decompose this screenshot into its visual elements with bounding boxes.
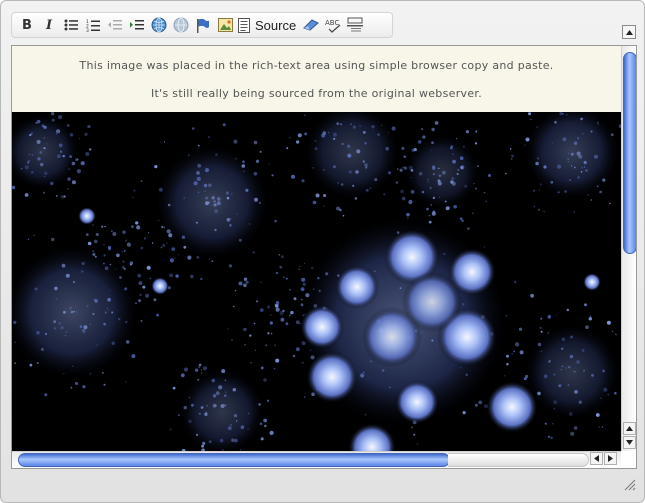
caption-line-1: This image was placed in the rich-text a… bbox=[79, 59, 554, 72]
scroll-down-button[interactable] bbox=[623, 436, 636, 449]
source-doc-icon bbox=[238, 17, 250, 33]
horizontal-scroll-thumb[interactable] bbox=[18, 453, 450, 467]
arrow-left-icon bbox=[594, 455, 599, 462]
unlink-button[interactable] bbox=[172, 16, 190, 34]
editing-area[interactable]: This image was placed in the rich-text a… bbox=[11, 45, 637, 469]
link-button[interactable] bbox=[150, 16, 168, 34]
scroll-right-button[interactable] bbox=[604, 452, 617, 465]
unlink-icon bbox=[173, 17, 189, 33]
editor-toolbar: B I 123 Source ABC bbox=[11, 12, 393, 38]
indent-button[interactable] bbox=[128, 16, 146, 34]
outdent-icon bbox=[108, 20, 122, 30]
resize-grip-icon[interactable] bbox=[624, 479, 636, 491]
vertical-scroll-thumb[interactable] bbox=[623, 52, 636, 254]
outdent-button[interactable] bbox=[106, 16, 124, 34]
arrow-up-icon bbox=[626, 426, 633, 431]
scroll-up-button[interactable] bbox=[623, 422, 636, 435]
eraser-icon bbox=[303, 19, 320, 31]
bulleted-list-icon bbox=[64, 19, 78, 31]
source-button[interactable]: Source bbox=[238, 16, 298, 34]
arrow-right-icon bbox=[608, 455, 613, 462]
caption-line-2: It's still really being sourced from the… bbox=[151, 87, 482, 100]
numbered-list-button[interactable]: 123 bbox=[84, 16, 102, 34]
horizontal-scrollbar[interactable] bbox=[12, 451, 621, 467]
fractal-image[interactable] bbox=[12, 112, 621, 451]
caption-block: This image was placed in the rich-text a… bbox=[12, 46, 621, 112]
editor-content[interactable]: This image was placed in the rich-text a… bbox=[12, 46, 621, 451]
indent-icon bbox=[130, 20, 144, 30]
spellcheck-button[interactable]: ABC bbox=[324, 16, 342, 34]
source-label: Source bbox=[255, 17, 297, 33]
collapse-toolbar-button[interactable] bbox=[622, 25, 636, 39]
spellcheck-icon: ABC bbox=[325, 19, 341, 33]
remove-format-button[interactable] bbox=[302, 16, 320, 34]
numbered-list-icon: 123 bbox=[86, 19, 100, 32]
bold-button[interactable]: B bbox=[18, 16, 36, 34]
vertical-scrollbar[interactable] bbox=[621, 46, 636, 451]
svg-text:ABC: ABC bbox=[325, 19, 339, 27]
rich-text-editor: B I 123 Source ABC This image was placed… bbox=[0, 0, 645, 503]
arrow-down-icon bbox=[626, 440, 633, 445]
anchor-flag-icon bbox=[197, 18, 209, 33]
collapse-toolbar-icon bbox=[625, 29, 633, 35]
svg-text:3: 3 bbox=[86, 28, 89, 32]
scroll-left-button[interactable] bbox=[590, 452, 603, 465]
horizontal-scroll-track bbox=[448, 453, 589, 467]
horizontal-rule-icon bbox=[347, 17, 364, 32]
italic-button[interactable]: I bbox=[40, 16, 58, 34]
link-icon bbox=[151, 17, 167, 33]
horizontal-rule-button[interactable] bbox=[346, 16, 364, 34]
image-button[interactable] bbox=[216, 16, 234, 34]
image-icon bbox=[217, 18, 233, 32]
anchor-button[interactable] bbox=[194, 16, 212, 34]
bulleted-list-button[interactable] bbox=[62, 16, 80, 34]
